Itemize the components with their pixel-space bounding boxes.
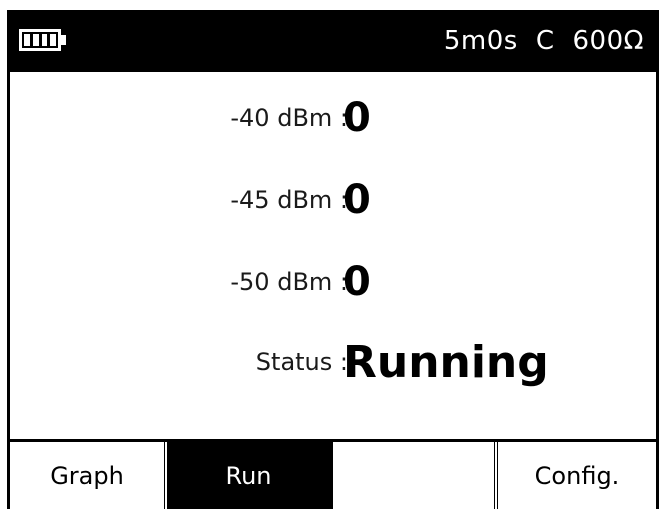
tab-empty[interactable] xyxy=(333,442,498,509)
reading-row: -40 dBm : 0 xyxy=(10,88,656,148)
reading-value: 0 xyxy=(343,259,371,305)
status-bar: 5m0s C 600Ω xyxy=(10,10,656,72)
status-label: Status : xyxy=(255,348,348,376)
tab-graph[interactable]: Graph xyxy=(10,442,168,509)
mode-readout: C xyxy=(535,26,555,56)
reading-label: -50 dBm : xyxy=(230,268,348,296)
reading-row: -50 dBm : 0 xyxy=(10,252,656,312)
reading-value: 0 xyxy=(343,95,371,141)
tab-config[interactable]: Config. xyxy=(498,442,656,509)
reading-value: 0 xyxy=(343,177,371,223)
reading-label: -45 dBm : xyxy=(230,186,348,214)
reading-label: -40 dBm : xyxy=(230,104,348,132)
softkey-bar: Graph Run Config. xyxy=(10,439,656,509)
status-info: 5m0s C 600Ω xyxy=(444,24,644,58)
battery-tip xyxy=(61,35,66,45)
status-value: Running xyxy=(343,336,549,388)
device-screen: 5m0s C 600Ω -40 dBm : 0 -45 dBm : 0 -50 … xyxy=(7,10,659,509)
tab-run[interactable]: Run xyxy=(168,442,333,509)
impedance-readout: 600Ω xyxy=(572,26,644,56)
status-row: Status : Running xyxy=(10,332,656,392)
timer-readout: 5m0s xyxy=(443,26,518,56)
reading-row: -45 dBm : 0 xyxy=(10,170,656,230)
battery-icon xyxy=(19,29,61,51)
